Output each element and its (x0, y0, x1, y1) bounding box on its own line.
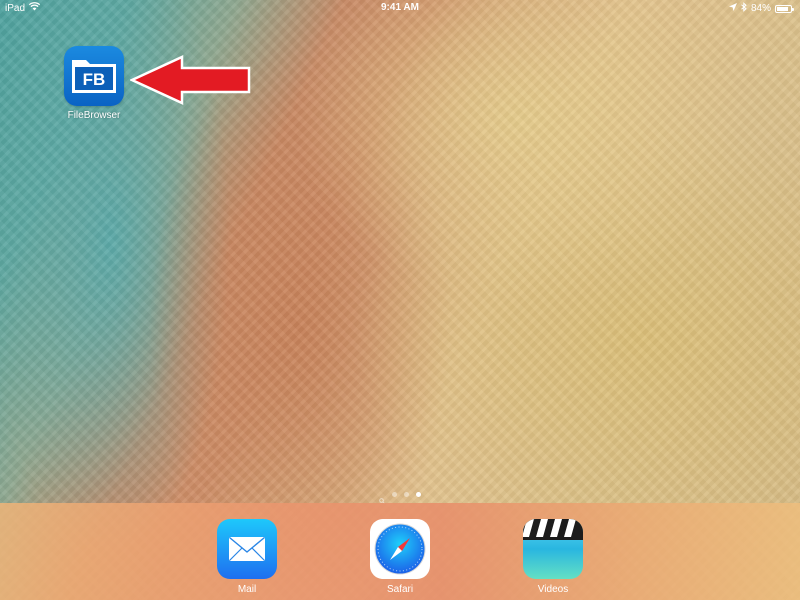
spotlight-search-icon[interactable] (379, 491, 385, 504)
red-arrow-icon (130, 55, 251, 105)
page-dot-2[interactable] (404, 491, 409, 497)
dock-label-videos: Videos (537, 584, 569, 595)
page-indicator[interactable] (0, 491, 800, 504)
dock-app-mail[interactable]: Mail (207, 519, 287, 595)
dock-app-safari[interactable]: Safari (360, 519, 440, 595)
battery-fill (777, 6, 788, 11)
safari-icon[interactable] (370, 519, 430, 579)
videos-icon[interactable] (523, 519, 583, 579)
home-screen: iPad 9:41 AM 84% FB FileBrowser Mail Saf… (0, 0, 800, 600)
bluetooth-icon (741, 2, 747, 15)
dock-label-mail: Mail (237, 584, 257, 595)
app-filebrowser[interactable]: FB FileBrowser (58, 46, 130, 121)
filebrowser-icon[interactable]: FB (64, 46, 124, 106)
location-arrow-icon (728, 3, 737, 14)
app-label-filebrowser: FileBrowser (67, 110, 121, 121)
battery-icon (775, 4, 794, 13)
dock: Mail Safari Videos (0, 503, 800, 600)
dock-label-safari: Safari (386, 584, 414, 595)
filebrowser-icon-text: FB (83, 70, 106, 89)
page-dot-3-active[interactable] (416, 491, 421, 497)
page-dot-1[interactable] (392, 491, 397, 497)
dock-app-videos[interactable]: Videos (513, 519, 593, 595)
status-time: 9:41 AM (381, 2, 419, 13)
status-bar: iPad 9:41 AM 84% (0, 0, 800, 18)
status-right: 84% (728, 2, 794, 15)
mail-icon[interactable] (217, 519, 277, 579)
battery-percent: 84% (750, 3, 771, 14)
